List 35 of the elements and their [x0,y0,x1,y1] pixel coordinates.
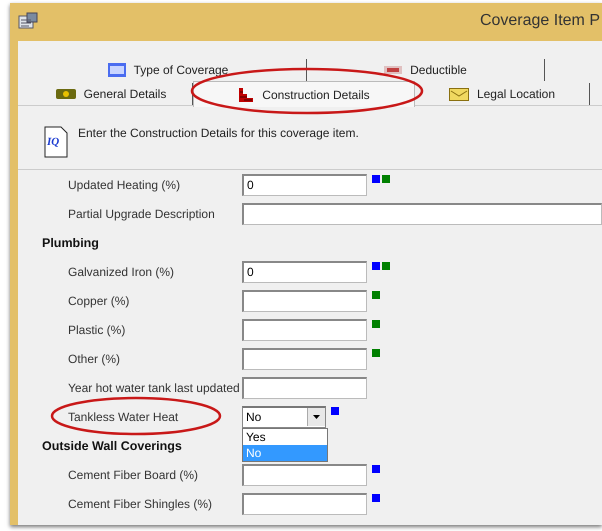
input-field[interactable]: 0 [242,174,367,196]
bricks-icon [238,86,254,102]
tab[interactable]: Legal Location [415,83,590,105]
field-label: Other (%) [68,352,120,366]
money-icon [56,88,76,100]
input-field[interactable] [242,348,367,370]
dropdown-field[interactable]: No [242,406,326,428]
field-label: Updated Heating (%) [68,178,180,192]
field-label: Year hot water tank last updated [68,380,240,394]
caret-icon [313,415,320,419]
field-label: Plastic (%) [68,322,126,336]
window-app-icon [18,12,38,30]
section-heading: Outside Wall Coverings [41,438,183,452]
field-label: Partial Upgrade Description [68,206,215,220]
input-field[interactable]: 0 [242,260,367,282]
input-field[interactable] [242,492,367,514]
logo-text: IQ [47,136,60,148]
dropdown-option[interactable]: Yes [243,429,327,445]
field-label: Cement Fiber Shingles (%) [68,496,212,510]
input-field[interactable] [242,376,367,398]
window-title: Coverage Item P [480,12,600,30]
table-icon [108,63,126,77]
field-label: Copper (%) [68,294,130,308]
input-field[interactable] [242,464,367,486]
input-field[interactable] [242,290,367,312]
tab[interactable]: Construction Details [193,81,415,107]
section-heading: Plumbing [41,236,100,250]
input-field[interactable] [242,318,367,340]
input-field[interactable] [242,202,602,224]
field-label: Tankless Water Heat [68,410,178,424]
instruction-text: Enter the Construction Details for this coverage item. [78,126,359,142]
field-label: Galvanized Iron (%) [68,264,174,278]
tab[interactable]: General Details [30,83,193,105]
envelope-icon [448,88,469,100]
field-label: Cement Fiber Board (%) [68,468,198,482]
